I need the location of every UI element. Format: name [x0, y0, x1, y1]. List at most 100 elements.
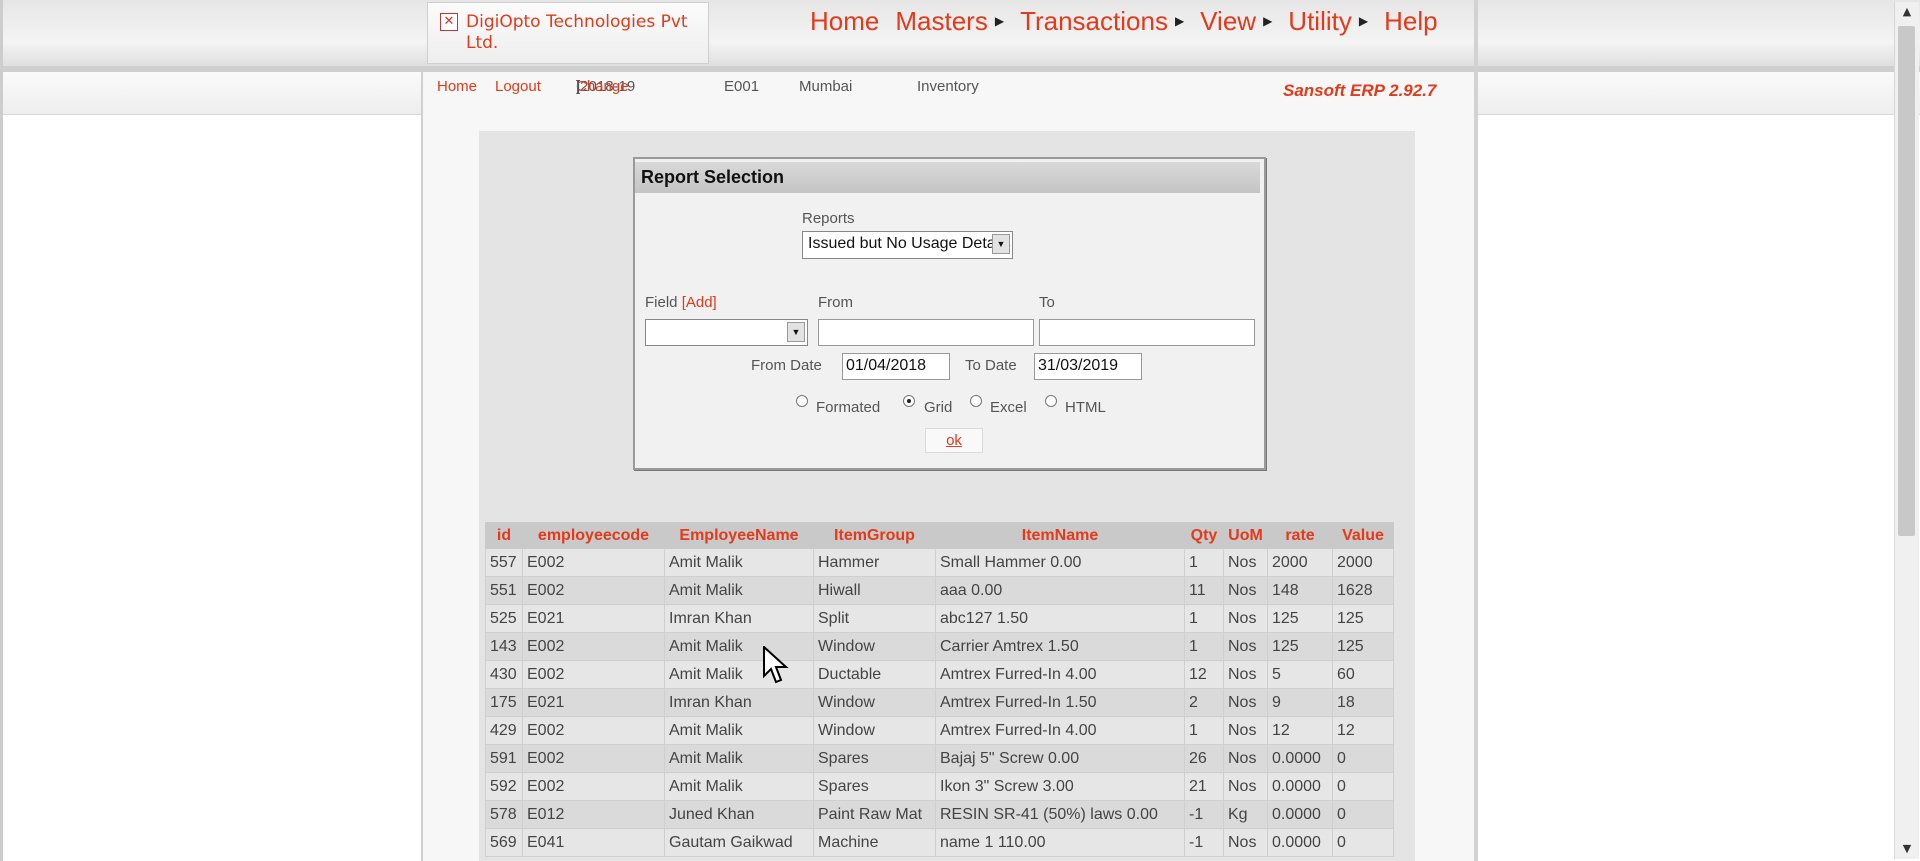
- table-cell: 1: [1184, 548, 1224, 577]
- table-cell: 125: [1267, 604, 1333, 633]
- add-field-link[interactable]: [Add]: [682, 294, 717, 311]
- table-cell: 26: [1184, 744, 1224, 773]
- table-cell: E021: [522, 604, 665, 633]
- table-cell: 125: [1332, 632, 1394, 661]
- col-qty[interactable]: Qty: [1184, 522, 1224, 549]
- to-label: To: [1039, 294, 1055, 311]
- table-cell: Machine: [813, 828, 936, 857]
- table-cell: 0: [1332, 800, 1394, 829]
- window-left-edge: [0, 0, 3, 861]
- dropdown-arrow-icon[interactable]: ▼: [992, 234, 1010, 254]
- table-cell: E002: [522, 716, 665, 745]
- caret-right-icon: ▶: [1263, 14, 1273, 28]
- reports-select[interactable]: Issued but No Usage Details ▼: [802, 231, 1013, 259]
- to-date-label: To Date: [965, 357, 1017, 374]
- table-cell: Nos: [1223, 744, 1268, 773]
- from-input[interactable]: [818, 319, 1034, 346]
- table-row[interactable]: 591 E002 Amit Malik Spares Bajaj 5" Screw 0.…: [485, 744, 1394, 773]
- table-cell: Juned Khan: [664, 800, 814, 829]
- radio-excel-label: Excel: [990, 399, 1027, 416]
- table-cell: 569: [485, 828, 523, 857]
- col-rate[interactable]: rate: [1267, 522, 1333, 549]
- scroll-up-icon[interactable]: ▲: [1897, 2, 1917, 22]
- table-cell: 148: [1267, 576, 1333, 605]
- table-cell: Nos: [1223, 716, 1268, 745]
- caret-right-icon: ▶: [1174, 14, 1185, 28]
- table-cell: 557: [485, 548, 523, 577]
- vertical-scrollbar[interactable]: ▲ ▼: [1894, 2, 1919, 859]
- radio-excel[interactable]: [970, 395, 982, 407]
- col-itemname[interactable]: ItemName: [935, 522, 1185, 549]
- table-cell: Nos: [1223, 772, 1268, 801]
- table-cell: 0: [1332, 744, 1394, 773]
- table-cell: 125: [1267, 632, 1333, 661]
- table-cell: Nos: [1223, 604, 1268, 633]
- table-row[interactable]: 569 E041 Gautam Gaikwad Machine name 1 110.0…: [485, 828, 1394, 857]
- reports-label: Reports: [802, 210, 855, 227]
- table-cell: Kg: [1223, 800, 1268, 829]
- scroll-thumb[interactable]: [1898, 26, 1915, 536]
- col-value[interactable]: Value: [1332, 522, 1394, 549]
- module-name: Inventory: [917, 78, 979, 95]
- col-uom[interactable]: UoM: [1223, 522, 1268, 549]
- ok-button[interactable]: ok: [925, 428, 983, 453]
- change-year-link[interactable]: Change: [576, 78, 629, 95]
- table-cell: 591: [485, 744, 523, 773]
- menu-masters[interactable]: Masters ▶: [895, 4, 1004, 38]
- table-cell: E002: [522, 548, 665, 577]
- table-row[interactable]: 551 E002 Amit Malik Hiwall aaa 0.00 11 Nos 148 1…: [485, 576, 1394, 605]
- table-cell: Nos: [1223, 548, 1268, 577]
- table-cell: 0: [1332, 828, 1394, 857]
- table-cell: 2000: [1267, 548, 1333, 577]
- table-row[interactable]: 592 E002 Amit Malik Spares Ikon 3" Screw 3.0…: [485, 772, 1394, 801]
- radio-formated[interactable]: [796, 395, 808, 407]
- company-name[interactable]: DigiOpto Technologies Pvt Ltd.: [466, 12, 701, 54]
- table-cell: 12: [1267, 716, 1333, 745]
- to-date-input[interactable]: 31/03/2019: [1034, 353, 1142, 380]
- table-cell: Amit Malik: [664, 576, 814, 605]
- location: Mumbai: [799, 78, 853, 95]
- field-select[interactable]: ▼: [645, 319, 808, 346]
- table-row[interactable]: 557 E002 Amit Malik Hammer Small Hammer 0.00…: [485, 548, 1394, 577]
- dropdown-arrow-icon[interactable]: ▼: [787, 322, 805, 342]
- column-right-border: [1474, 0, 1478, 861]
- table-cell: Nos: [1223, 632, 1268, 661]
- table-row[interactable]: 578 E012 Juned Khan Paint Raw Mat RESIN SR-4…: [485, 800, 1394, 829]
- col-employeecode[interactable]: employeecode: [522, 522, 665, 549]
- to-input[interactable]: [1039, 319, 1255, 346]
- table-row[interactable]: 175 E021 Imran Khan Window Amtrex Furred-In …: [485, 688, 1394, 717]
- table-row[interactable]: 429 E002 Amit Malik Window Amtrex Furred-In …: [485, 716, 1394, 745]
- table-cell: Paint Raw Mat: [813, 800, 936, 829]
- table-cell: 0.0000: [1267, 800, 1333, 829]
- table-row[interactable]: 143 E002 Amit Malik Window Carrier Amtrex 1.…: [485, 632, 1394, 661]
- table-cell: 18: [1332, 688, 1394, 717]
- menu-transactions[interactable]: Transactions ▶: [1020, 4, 1184, 38]
- table-cell: Gautam Gaikwad: [664, 828, 814, 857]
- table-row[interactable]: 525 E021 Imran Khan Split abc127 1.50 1 Nos 125…: [485, 604, 1394, 633]
- table-cell: Imran Khan: [664, 604, 814, 633]
- menu-home[interactable]: Home: [810, 4, 879, 38]
- table-row[interactable]: 430 E002 Amit Malik Ductable Amtrex Furred-I…: [485, 660, 1394, 689]
- radio-grid-label: Grid: [924, 399, 953, 416]
- close-icon[interactable]: ✕: [440, 13, 458, 31]
- menu-view[interactable]: View ▶: [1200, 4, 1272, 38]
- table-cell: 525: [485, 604, 523, 633]
- scroll-down-icon[interactable]: ▼: [1897, 839, 1917, 859]
- table-cell: 21: [1184, 772, 1224, 801]
- table-cell: Hammer: [813, 548, 936, 577]
- logout-link[interactable]: Logout: [495, 78, 541, 95]
- col-employeename[interactable]: EmployeeName: [664, 522, 814, 549]
- home-link[interactable]: Home: [437, 78, 477, 95]
- col-id[interactable]: id: [485, 522, 523, 549]
- radio-grid[interactable]: [903, 395, 915, 407]
- menu-utility[interactable]: Utility ▶: [1288, 4, 1368, 38]
- from-date-input[interactable]: 01/04/2018: [842, 353, 950, 380]
- menu-help[interactable]: Help: [1384, 4, 1437, 38]
- table-cell: Amit Malik: [664, 548, 814, 577]
- radio-html[interactable]: [1045, 395, 1057, 407]
- col-itemgroup[interactable]: ItemGroup: [813, 522, 936, 549]
- table-cell: -1: [1184, 800, 1224, 829]
- report-grid: id employeecode EmployeeName ItemGroup I…: [485, 522, 1394, 857]
- table-cell: E002: [522, 632, 665, 661]
- table-cell: 0.0000: [1267, 772, 1333, 801]
